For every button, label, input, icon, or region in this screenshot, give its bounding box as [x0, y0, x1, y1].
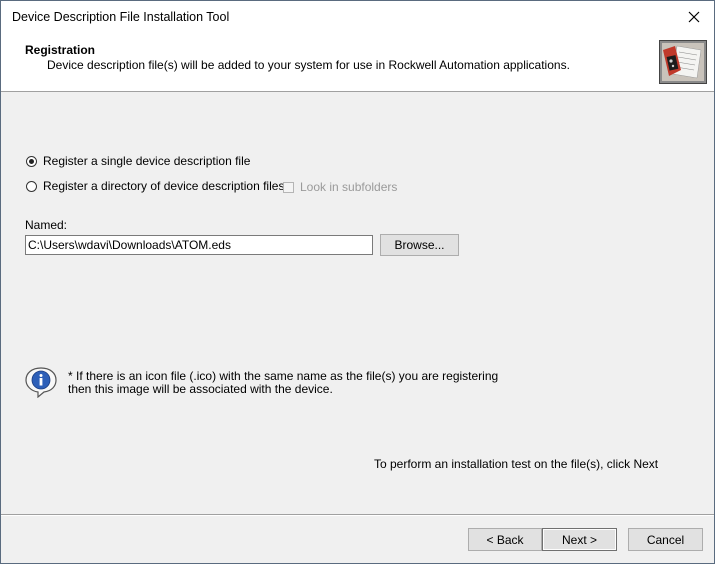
close-button[interactable] [674, 1, 714, 33]
footer-divider-highlight [1, 515, 714, 516]
named-label: Named: [25, 218, 68, 232]
back-button[interactable]: < Back [468, 528, 542, 551]
window-title: Device Description File Installation Too… [12, 10, 230, 24]
info-message: * If there is an icon file (.ico) with t… [68, 370, 498, 396]
register-single-option[interactable]: Register a single device description fil… [26, 154, 250, 168]
browse-button[interactable]: Browse... [380, 234, 459, 256]
installation-test-hint: To perform an installation test on the f… [374, 457, 659, 471]
info-line-2: then this image will be associated with … [68, 382, 333, 396]
page-description: Device description file(s) will be added… [47, 58, 570, 72]
page-title: Registration [25, 43, 96, 57]
look-in-subfolders-option: Look in subfolders [283, 180, 397, 194]
wizard-header: Registration Device description file(s) … [1, 33, 714, 92]
register-single-label: Register a single device description fil… [43, 154, 251, 168]
look-in-subfolders-label: Look in subfolders [300, 180, 398, 194]
title-bar: Device Description File Installation Too… [1, 1, 714, 33]
installer-graphic-icon [659, 40, 707, 84]
register-single-radio[interactable] [26, 155, 37, 167]
close-icon [688, 11, 700, 23]
info-icon [25, 367, 57, 398]
cancel-button[interactable]: Cancel [628, 528, 703, 551]
next-button[interactable]: Next > [542, 528, 617, 551]
look-in-subfolders-checkbox [283, 181, 294, 193]
register-directory-option[interactable]: Register a directory of device descripti… [26, 179, 284, 193]
register-directory-radio[interactable] [26, 180, 37, 192]
register-directory-label: Register a directory of device descripti… [43, 179, 285, 193]
dialog-window: Device Description File Installation Too… [0, 0, 715, 564]
file-path-input[interactable] [25, 235, 373, 255]
